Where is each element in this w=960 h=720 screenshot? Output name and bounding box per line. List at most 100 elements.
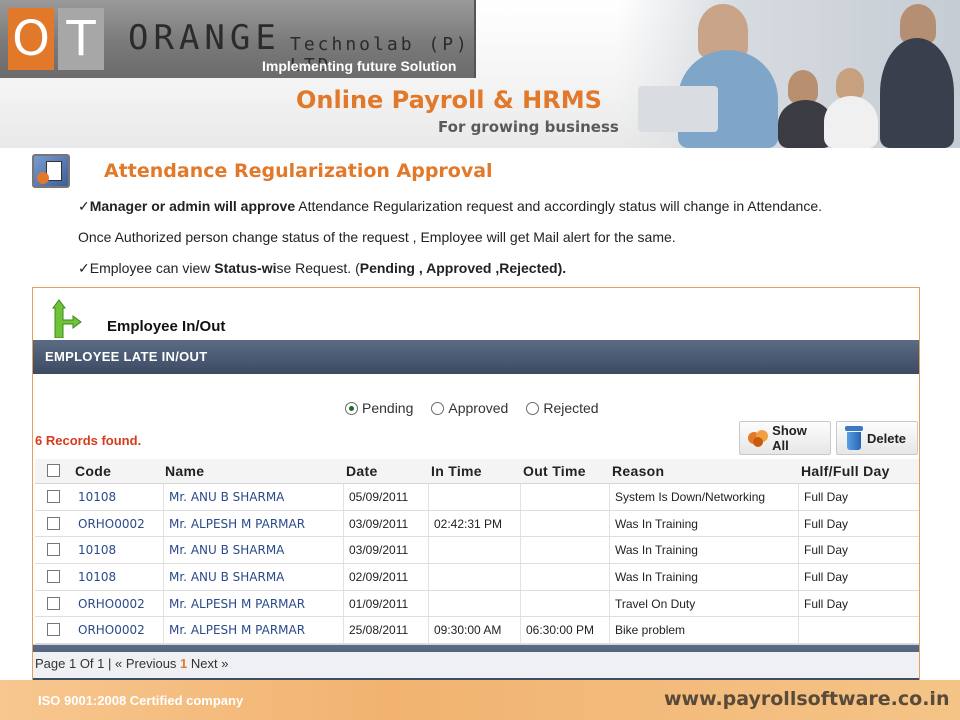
grid-title: EMPLOYEE LATE IN/OUT — [45, 349, 208, 364]
column-divider — [520, 590, 521, 617]
col-reason[interactable]: Reason — [612, 463, 664, 479]
column-divider — [163, 537, 164, 564]
cell-name: Mr. ANU B SHARMA — [169, 543, 285, 558]
col-in-time[interactable]: In Time — [431, 463, 482, 479]
delete-label: Delete — [867, 430, 907, 446]
cell-half-full-day: Full Day — [804, 543, 849, 558]
table-row[interactable]: ORHO0002 Mr. ALPESH M PARMAR 01/09/2011 Tra… — [35, 590, 919, 618]
column-divider — [798, 590, 799, 617]
column-divider — [163, 590, 164, 617]
company-logo: O T ORANGE Technolab (P) LTD Implementin… — [0, 0, 476, 78]
show-all-button[interactable]: Show All — [739, 421, 831, 455]
column-divider — [609, 537, 610, 564]
bullet-manager-approve: ✓Manager or admin will approve Attendanc… — [78, 198, 822, 215]
section-title: Attendance Regularization Approval — [104, 160, 493, 182]
delete-button[interactable]: Delete — [836, 421, 918, 455]
column-divider — [163, 510, 164, 537]
column-divider — [343, 484, 344, 510]
column-divider — [343, 590, 344, 617]
column-divider — [428, 590, 429, 617]
column-divider — [520, 537, 521, 564]
company-tagline: Implementing future Solution — [262, 58, 457, 74]
radio-pending[interactable]: Pending — [345, 400, 413, 416]
cell-out-time: 06:30:00 PM — [526, 623, 595, 638]
product-subtitle: For growing business — [438, 118, 619, 136]
cell-half-full-day: Full Day — [804, 490, 849, 504]
row-checkbox[interactable] — [47, 490, 60, 503]
column-divider — [163, 484, 164, 510]
table-row[interactable]: 10108 Mr. ANU B SHARMA 05/09/2011 System Is… — [35, 484, 919, 511]
cell-code: ORHO0002 — [78, 596, 145, 611]
radio-approved[interactable]: Approved — [431, 400, 508, 416]
radio-rejected-button[interactable] — [526, 401, 540, 415]
col-name[interactable]: Name — [165, 463, 204, 479]
col-half-full-day[interactable]: Half/Full Day — [801, 463, 890, 479]
iso-certification: ISO 9001:2008 Certified company — [38, 693, 244, 708]
cell-reason: Was In Training — [615, 516, 698, 531]
show-all-icon — [748, 427, 768, 449]
check-icon: ✓ — [78, 198, 90, 214]
cell-in-time: 09:30:00 AM — [434, 623, 502, 638]
product-title: Online Payroll & HRMS — [296, 86, 602, 114]
table-row[interactable]: 10108 Mr. ANU B SHARMA 03/09/2011 Was In Tr… — [35, 537, 919, 565]
cell-reason: Travel On Duty — [615, 596, 696, 611]
col-code[interactable]: Code — [75, 463, 111, 479]
logo-t-letter: T — [66, 11, 96, 67]
bullet-mail-alert: Once Authorized person change status of … — [78, 229, 676, 245]
cell-half-full-day: Full Day — [804, 570, 849, 585]
table-row[interactable]: ORHO0002 Mr. ALPESH M PARMAR 25/08/2011 09:… — [35, 617, 919, 645]
pager-next-link[interactable]: Next » — [191, 656, 229, 671]
document-report-icon — [32, 154, 70, 188]
radio-rejected[interactable]: Rejected — [526, 400, 599, 416]
row-checkbox[interactable] — [47, 570, 60, 584]
column-divider — [343, 510, 344, 537]
row-checkbox[interactable] — [47, 516, 60, 530]
column-divider — [609, 484, 610, 510]
pager-current-page: 1 — [180, 656, 188, 671]
cell-date: 25/08/2011 — [349, 623, 409, 638]
column-divider — [798, 617, 799, 644]
cell-code: ORHO0002 — [78, 623, 145, 638]
radio-approved-button[interactable] — [431, 401, 445, 415]
bullet3-text-b: se Request. ( — [276, 260, 360, 276]
cell-name: Mr. ANU B SHARMA — [169, 570, 285, 585]
company-name: ORANGE — [128, 18, 281, 58]
pager-page-text: Page 1 Of 1 | — [35, 656, 112, 671]
table-row[interactable]: ORHO0002 Mr. ALPESH M PARMAR 03/09/2011 02:… — [35, 510, 919, 538]
row-checkbox[interactable] — [47, 596, 60, 610]
cell-half-full-day: Full Day — [804, 516, 849, 531]
select-all-checkbox[interactable] — [47, 464, 60, 477]
column-divider — [343, 617, 344, 644]
row-checkbox[interactable] — [47, 543, 60, 557]
column-divider — [428, 564, 429, 590]
row-checkbox[interactable] — [47, 623, 60, 637]
column-divider — [163, 564, 164, 590]
cell-half-full-day: Full Day — [804, 596, 849, 611]
cell-code: ORHO0002 — [78, 516, 145, 531]
column-divider — [798, 510, 799, 537]
col-out-time[interactable]: Out Time — [523, 463, 586, 479]
column-divider — [343, 537, 344, 564]
column-divider — [609, 510, 610, 537]
radio-pending-label: Pending — [362, 400, 414, 416]
table-row[interactable]: 10108 Mr. ANU B SHARMA 02/09/2011 Was In Tr… — [35, 564, 919, 591]
col-date[interactable]: Date — [346, 463, 378, 479]
radio-pending-button[interactable] — [345, 401, 358, 415]
bullet3-text-a: Employee can view — [89, 260, 215, 276]
cell-reason: Was In Training — [615, 570, 698, 585]
page-footer: ISO 9001:2008 Certified company www.payr… — [0, 680, 960, 720]
status-filter: Pending Approved Rejected — [345, 400, 599, 416]
table-body: 10108 Mr. ANU B SHARMA 05/09/2011 System Is… — [35, 484, 919, 645]
green-arrow-icon — [52, 299, 82, 338]
pager-previous-link[interactable]: « Previous — [115, 656, 176, 671]
cell-name: Mr. ALPESH M PARMAR — [169, 516, 306, 531]
logo-t-tile: T — [58, 8, 104, 70]
cell-name: Mr. ALPESH M PARMAR — [169, 623, 306, 638]
cell-date: 01/09/2011 — [349, 596, 409, 611]
check-icon: ✓ — [78, 260, 90, 276]
cell-reason: Bike problem — [615, 623, 686, 638]
late-inout-table: Code Name Date In Time Out Time Reason H… — [35, 459, 919, 645]
cell-date: 05/09/2011 — [349, 490, 409, 504]
column-divider — [428, 510, 429, 537]
bullet1-bold: Manager or admin will approve — [89, 198, 296, 214]
